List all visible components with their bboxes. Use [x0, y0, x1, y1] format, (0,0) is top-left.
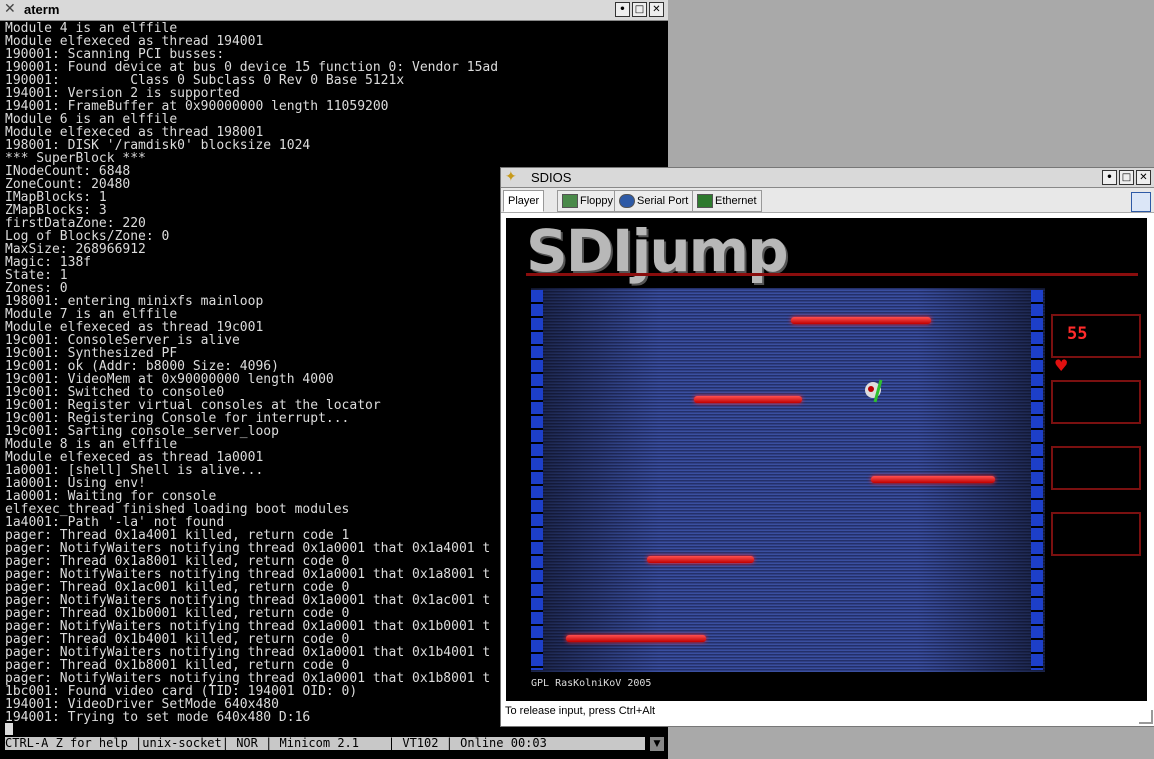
game-display[interactable]: SDIjump 55 ♥ GPL RasKolniKoV 2005	[506, 218, 1147, 701]
score-box: 55	[1051, 314, 1141, 358]
platform	[871, 476, 995, 483]
tab-ethernet[interactable]: Ethernet	[692, 190, 762, 212]
logo-underline	[526, 273, 1138, 276]
terminal-output: Module 4 is an elffile Module elfexeced a…	[5, 22, 505, 724]
status-bar: To release input, press Ctrl+Alt	[505, 705, 656, 717]
tab-serial-port[interactable]: Serial Port	[614, 190, 694, 212]
tab-label: Player	[508, 195, 540, 207]
item-slot	[1051, 380, 1141, 424]
aterm-titlebar[interactable]: ✕ aterm • □ ✕	[0, 0, 668, 21]
scroll-down-arrow-icon[interactable]: ▼	[650, 737, 664, 751]
item-slot	[1051, 446, 1141, 490]
right-wall	[1031, 290, 1043, 670]
minicom-statusbar: CTRL-A Z for help |unix-socket| NOR | Mi…	[5, 737, 645, 750]
terminal-line: 194001: Trying to set mode 640x480 D:16	[5, 710, 311, 724]
tab-floppy[interactable]: Floppy	[557, 190, 619, 212]
floppy-icon	[562, 194, 578, 209]
platform	[791, 317, 931, 324]
tab-player[interactable]: Player	[503, 190, 545, 212]
terminal-cursor	[5, 723, 13, 735]
close-button[interactable]: ✕	[649, 2, 664, 17]
platform	[647, 556, 754, 563]
left-wall	[531, 290, 543, 670]
terminal-line: Magic: 138f	[5, 255, 92, 270]
serial-port-icon	[619, 194, 635, 209]
sdios-app-icon: ✦	[505, 169, 517, 185]
tab-label: Serial Port	[637, 195, 689, 207]
x-logo-icon: ✕	[4, 1, 16, 17]
sdios-window[interactable]: ✦ SDIOS • □ ✕ Player Floppy Serial Port …	[500, 167, 1154, 727]
item-slot	[1051, 512, 1141, 556]
terminal-line: State: 1	[5, 268, 68, 283]
resize-grip-icon[interactable]	[1139, 710, 1153, 724]
player-character-icon	[865, 379, 883, 403]
minimize-button[interactable]: •	[1102, 170, 1117, 185]
close-button[interactable]: ✕	[1136, 170, 1151, 185]
platform	[566, 635, 706, 642]
maximize-button[interactable]: □	[1119, 170, 1134, 185]
sdios-titlebar[interactable]: ✦ SDIOS • □ ✕	[501, 168, 1154, 188]
heart-icon: ♥	[1054, 356, 1069, 375]
aterm-title: aterm	[24, 2, 60, 17]
platform	[694, 396, 802, 403]
tab-label: Ethernet	[715, 195, 757, 207]
maximize-button[interactable]: □	[632, 2, 647, 17]
tab-label: Floppy	[580, 195, 614, 207]
restore-windows-icon[interactable]	[1131, 192, 1151, 212]
minimize-button[interactable]: •	[615, 2, 630, 17]
device-tabs: Player Floppy Serial Port Ethernet	[501, 188, 1154, 213]
score-value: 55	[1067, 324, 1088, 344]
sdios-title: SDIOS	[531, 170, 572, 185]
ethernet-icon	[697, 194, 713, 209]
game-credit: GPL RasKolniKoV 2005	[531, 678, 652, 689]
game-logo: SDIjump	[526, 218, 789, 285]
